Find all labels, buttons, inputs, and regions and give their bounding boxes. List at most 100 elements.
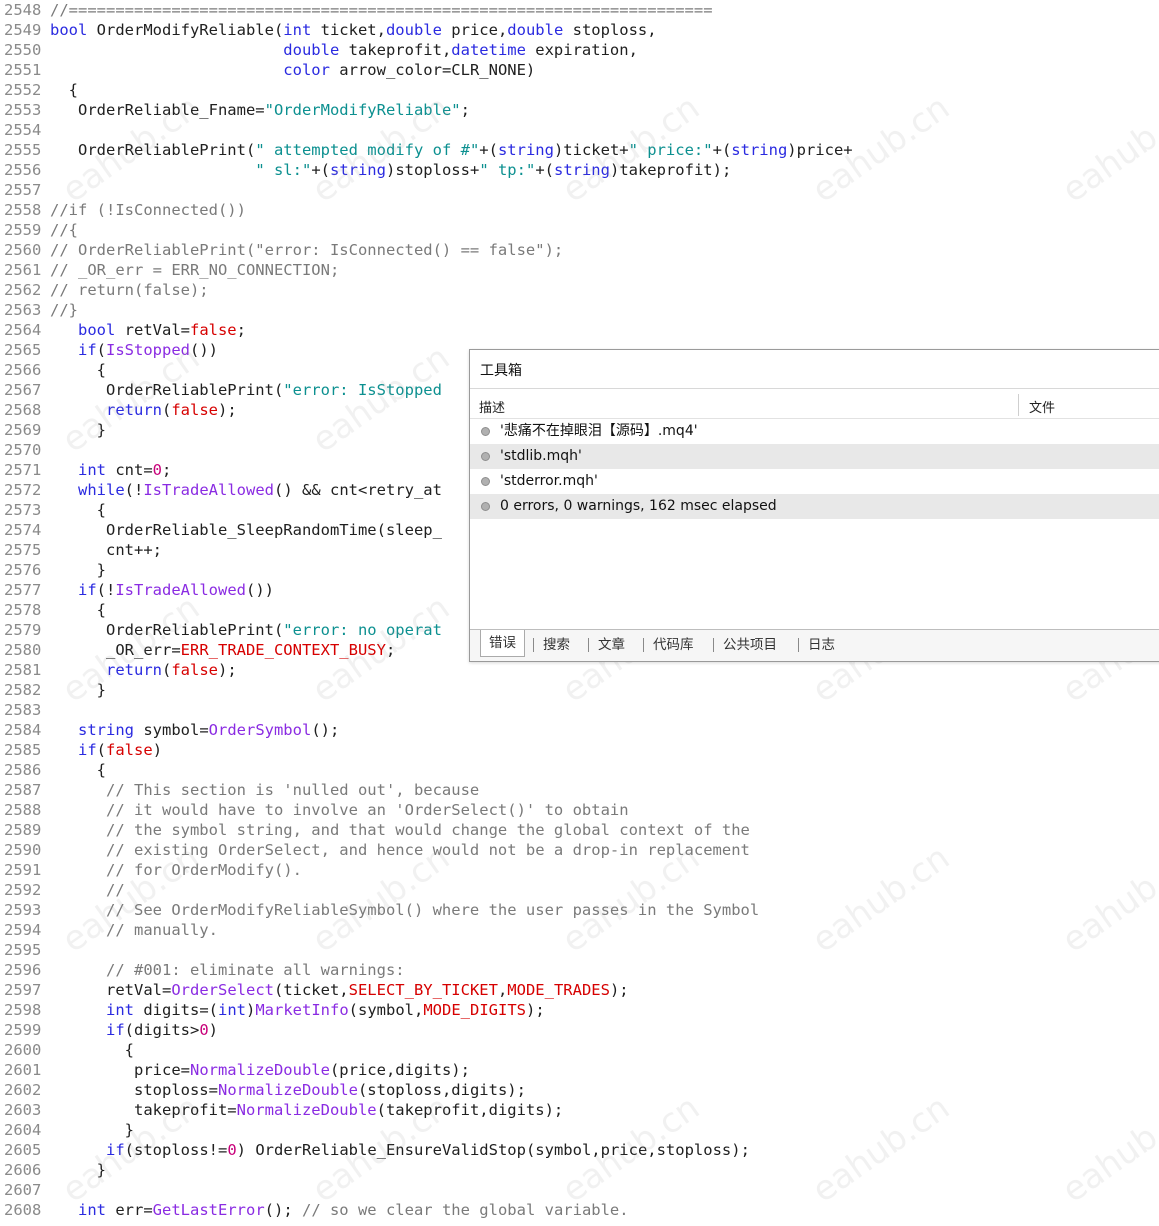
code-token: SELECT_BY_TICKET [348,981,498,999]
code-text[interactable]: { [50,80,78,100]
code-token: ) [208,1021,219,1039]
code-text[interactable]: //======================================… [50,0,713,20]
code-text[interactable]: bool OrderModifyReliable(int ticket,doub… [50,20,657,40]
code-token: int [78,1201,106,1219]
code-text[interactable]: return(false); [50,400,237,420]
code-text[interactable]: } [50,420,106,440]
code-text[interactable]: // [50,880,125,900]
code-text[interactable]: _OR_err=ERR_TRADE_CONTEXT_BUSY; [50,640,395,660]
code-token: (price,digits); [329,1061,470,1079]
code-text[interactable]: OrderReliablePrint("error: no operat [50,620,442,640]
message-text: 'stderror.mqh' [500,473,598,489]
code-text[interactable]: int cnt=0; [50,460,171,480]
column-divider[interactable] [1018,394,1019,416]
code-token: "OrderModifyReliable" [264,101,461,119]
line-number: 2576 [4,561,42,579]
code-text[interactable]: { [50,600,106,620]
code-text[interactable]: color arrow_color=CLR_NONE) [50,60,535,80]
line-number: 2549 [4,21,42,39]
code-text[interactable]: retVal=OrderSelect(ticket,SELECT_BY_TICK… [50,980,629,1000]
code-text[interactable]: price=NormalizeDouble(price,digits); [50,1060,470,1080]
code-text[interactable]: // existing OrderSelect, and hence would… [50,840,750,860]
code-text[interactable]: if(digits>0) [50,1020,218,1040]
code-text[interactable]: stoploss=NormalizeDouble(stoploss,digits… [50,1080,526,1100]
code-token: (stoploss!= [124,1141,228,1159]
code-text[interactable]: //if (!IsConnected()) [50,200,246,220]
code-text[interactable]: takeprofit=NormalizeDouble(takeprofit,di… [50,1100,563,1120]
code-token: // _OR_err = ERR_NO_CONNECTION; [50,261,340,279]
code-text[interactable]: int err=GetLastError(); // so we clear t… [50,1200,629,1220]
message-row[interactable]: 'stdlib.mqh' [470,444,1159,469]
column-header-file[interactable]: 文件 [1029,397,1055,416]
line-number: 2587 [4,781,42,799]
code-text[interactable]: } [50,1160,106,1180]
code-text[interactable]: " sl:"+(string)stoploss+" tp:"+(string)t… [50,160,731,180]
message-row[interactable]: 0 errors, 0 warnings, 162 msec elapsed [470,494,1159,519]
line-number: 2597 [4,981,42,999]
code-text[interactable]: OrderReliablePrint("error: IsStopped [50,380,442,400]
code-text[interactable]: { [50,500,106,520]
tab-3[interactable]: 代码库 [653,634,694,656]
code-text[interactable]: // This section is 'nulled out', because [50,780,479,800]
code-text[interactable]: if(stoploss!=0) OrderReliable_EnsureVali… [50,1140,750,1160]
code-text[interactable]: //} [50,300,78,320]
tab-0[interactable]: 错误 [480,630,525,657]
code-token: (); [264,1201,302,1219]
code-text[interactable]: { [50,360,106,380]
tab-separator [643,638,644,652]
code-token: takeprofit= [50,1101,237,1119]
code-text[interactable]: // manually. [50,920,218,940]
code-token: string [553,161,610,179]
tab-2[interactable]: 文章 [598,634,625,656]
code-text[interactable]: // #001: eliminate all warnings: [50,960,405,980]
tab-4[interactable]: 公共项目 [723,634,777,656]
code-text[interactable]: if(false) [50,740,162,760]
code-text[interactable]: { [50,760,106,780]
code-text[interactable]: // the symbol string, and that would cha… [50,820,750,840]
code-text[interactable]: OrderReliablePrint(" attempted modify of… [50,140,853,160]
code-text[interactable]: // return(false); [50,280,209,300]
code-token: // it would have to involve an 'OrderSel… [50,801,629,819]
code-text[interactable]: OrderReliable_SleepRandomTime(sleep_ [50,520,442,540]
column-header-description[interactable]: 描述 [479,397,505,416]
code-text[interactable]: // See OrderModifyReliableSymbol() where… [50,900,759,920]
code-token: ( [96,741,107,759]
code-text[interactable]: // OrderReliablePrint("error: IsConnecte… [50,240,563,260]
info-dot-icon [481,427,490,436]
message-row[interactable]: '悲痛不在掉眼泪【源码】.mq4' [470,419,1159,444]
code-token: cnt= [106,461,153,479]
code-text[interactable]: return(false); [50,660,237,680]
line-number: 2563 [4,301,42,319]
code-text[interactable]: } [50,1120,134,1140]
code-text[interactable]: int digits=(int)MarketInfo(symbol,MODE_D… [50,1000,545,1020]
code-token: ()) [190,341,219,359]
tab-5[interactable]: 日志 [808,634,835,656]
code-text[interactable]: { [50,1040,134,1060]
line-number: 2575 [4,541,42,559]
code-token: if [106,1141,125,1159]
code-text[interactable]: string symbol=OrderSymbol(); [50,720,339,740]
code-text[interactable]: if(!IsTradeAllowed()) [50,580,274,600]
code-text[interactable]: double takeprofit,datetime expiration, [50,40,638,60]
code-token: " tp:" [479,161,536,179]
code-text[interactable]: // it would have to involve an 'OrderSel… [50,800,629,820]
code-text[interactable]: // for OrderModify(). [50,860,302,880]
code-token: ); [218,401,237,419]
tab-1[interactable]: 搜索 [543,634,570,656]
code-text[interactable]: } [50,680,106,700]
code-text[interactable]: while(!IsTradeAllowed() && cnt<retry_at [50,480,442,500]
code-token: ERR_TRADE_CONTEXT_BUSY [180,641,386,659]
code-token: retVal= [50,981,172,999]
code-text[interactable]: OrderReliable_Fname="OrderModifyReliable… [50,100,470,120]
code-token: ; [385,641,396,659]
line-number: 2555 [4,141,42,159]
code-text[interactable]: //{ [50,220,78,240]
code-text[interactable]: cnt++; [50,540,162,560]
code-text[interactable]: } [50,560,106,580]
line-number: 2594 [4,921,42,939]
code-text[interactable]: // _OR_err = ERR_NO_CONNECTION; [50,260,339,280]
code-text[interactable]: if(IsStopped()) [50,340,218,360]
code-text[interactable]: bool retVal=false; [50,320,246,340]
code-token: // return(false); [50,281,209,299]
message-row[interactable]: 'stderror.mqh' [470,469,1159,494]
